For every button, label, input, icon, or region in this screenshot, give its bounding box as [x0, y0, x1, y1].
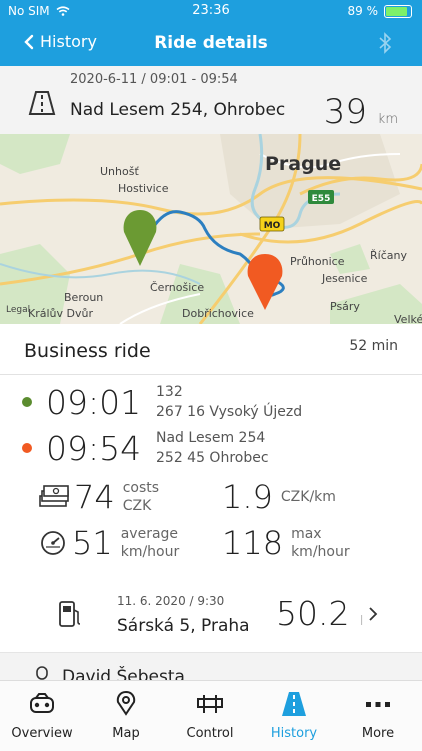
- costs-value: 74: [74, 478, 115, 516]
- end-point: 09:54 Nad Lesem 254 252 45 Ohrobec: [22, 428, 269, 468]
- start-point: 09:01 132 267 16 Vysoký Újezd: [22, 382, 302, 422]
- max-speed-value: 118: [222, 524, 284, 562]
- ride-summary-header: 2020-6-11 / 09:01 - 09:54 Nad Lesem 254,…: [0, 66, 422, 134]
- refuel-date: 11. 6. 2020 / 9:30: [117, 594, 225, 608]
- money-icon: [39, 485, 69, 507]
- svg-text:MO: MO: [264, 221, 281, 231]
- bluetooth-icon[interactable]: [378, 32, 392, 54]
- costs-unit: costs CZK: [122, 480, 160, 514]
- svg-text:E55: E55: [312, 194, 331, 204]
- average-speed-value: 51: [72, 524, 113, 562]
- control-icon: [197, 695, 223, 713]
- navigation-bar: History Ride details: [0, 22, 422, 66]
- map-label: Dobřichovice: [182, 307, 254, 320]
- map-label-prague: Prague: [265, 153, 341, 175]
- page-title: Ride details: [154, 33, 268, 53]
- start-dot-icon: [22, 397, 32, 407]
- driver-name: David Šebesta: [62, 667, 185, 681]
- ride-distance: 39 km: [323, 92, 398, 132]
- average-speed-stat: 51 average km/hour: [40, 524, 179, 562]
- map-label: Beroun: [64, 291, 103, 304]
- end-time: 09:54: [46, 428, 142, 468]
- max-speed-unit: max km/hour: [291, 526, 350, 560]
- tab-control[interactable]: Control: [168, 681, 252, 751]
- more-icon: [366, 702, 390, 707]
- start-place: 132 267 16 Vysoký Újezd: [156, 384, 303, 420]
- speedometer-icon: [41, 531, 65, 555]
- costs-stat: 74 costs CZK: [38, 478, 159, 516]
- map-label: Černošice: [150, 281, 204, 294]
- road-icon: [282, 692, 306, 716]
- cost-per-km-unit: CZK/km: [280, 489, 336, 505]
- ride-duration: 52 min: [349, 338, 398, 354]
- map-label: Unhošť: [100, 165, 139, 178]
- battery-icon: [384, 4, 412, 18]
- start-time: 09:01: [46, 382, 142, 422]
- tab-label: History: [270, 726, 318, 741]
- max-speed-stat: 118 max km/hour: [222, 524, 350, 562]
- road-icon: [28, 91, 56, 115]
- map-label: Průhonice: [290, 255, 345, 268]
- route-map[interactable]: MO E55 Prague Unhošť Hostivice Průhonice…: [0, 134, 422, 324]
- refuel-row[interactable]: 11. 6. 2020 / 9:30 Sárská 5, Praha 50.2 …: [0, 580, 422, 652]
- map-pin-icon: [116, 690, 136, 716]
- battery-percent: 89 %: [347, 4, 379, 18]
- map-label: Říčany: [370, 249, 407, 262]
- map-label: Hostivice: [118, 182, 169, 195]
- end-dot-icon: [22, 443, 32, 453]
- cost-per-km-value: 1.9: [222, 478, 273, 516]
- average-speed-unit: average km/hour: [120, 526, 180, 560]
- ride-type: Business ride: [24, 340, 151, 362]
- map-label: Psáry: [330, 300, 360, 313]
- fuel-pump-icon: [59, 601, 81, 627]
- map-label: Jesenice: [321, 272, 368, 285]
- tab-more[interactable]: More: [336, 681, 420, 751]
- tab-bar: Overview Map Control History More: [0, 680, 422, 751]
- cost-per-km-stat: 1.9 CZK/km: [222, 478, 336, 516]
- map-label: Velké: [394, 313, 422, 324]
- tab-map[interactable]: Map: [84, 681, 168, 751]
- driver-icon: [36, 666, 48, 680]
- car-icon: [30, 693, 54, 713]
- tab-label: Overview: [11, 726, 73, 741]
- tab-label: More: [361, 726, 395, 741]
- refuel-amount: 50.2 l: [276, 594, 364, 633]
- tab-history[interactable]: History: [252, 681, 336, 751]
- ride-date-range: 2020-6-11 / 09:01 - 09:54: [70, 72, 238, 87]
- map-label: Králův Dvůr: [28, 307, 93, 320]
- end-place: Nad Lesem 254 252 45 Ohrobec: [156, 430, 269, 466]
- driver-row[interactable]: David Šebesta: [0, 652, 422, 681]
- chevron-right-icon: [369, 607, 378, 621]
- divider: [0, 374, 422, 375]
- refuel-address: Sárská 5, Praha: [117, 616, 250, 636]
- tab-overview[interactable]: Overview: [0, 681, 84, 751]
- status-bar: No SIM 23:36 89 %: [0, 0, 422, 22]
- map-legal-link: Legal: [6, 305, 30, 315]
- ride-destination-address: Nad Lesem 254, Ohrobec: [70, 100, 286, 120]
- tab-label: Control: [186, 726, 234, 741]
- tab-label: Map: [112, 726, 140, 741]
